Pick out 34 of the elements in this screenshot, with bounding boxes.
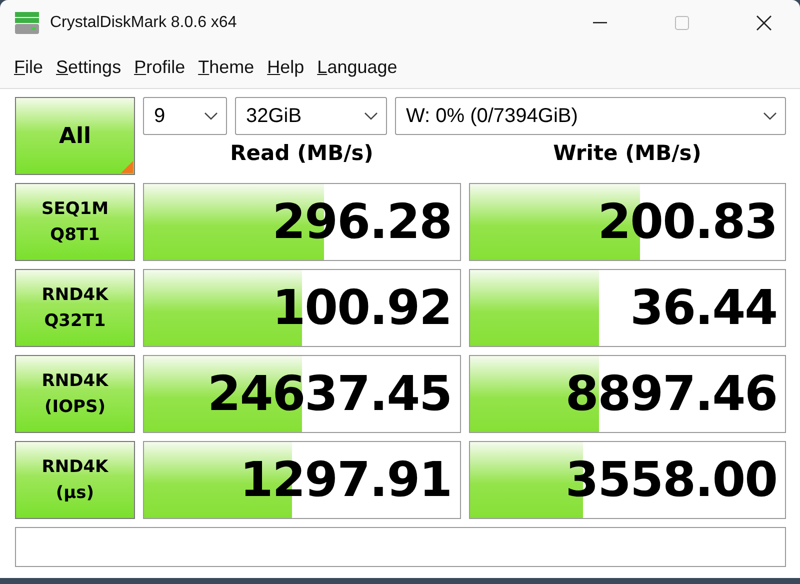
dropdown[interactable]: 32GiB [235,97,387,135]
test-button[interactable]: RND4K (IOPS) [15,355,135,433]
dropdown[interactable]: 9 [143,97,227,135]
all-button[interactable]: All [15,97,135,175]
result-value: 296.28 [272,194,452,250]
result-value: 200.83 [598,194,777,250]
test-button[interactable]: SEQ1M Q8T1 [15,183,135,261]
column-header: Write (MB/s) [552,141,702,165]
menu-item[interactable]: Language [315,56,408,78]
disk-icon [14,11,40,35]
dropdown[interactable]: W: 0% (0/7394GiB) [395,97,786,135]
result-value: 24637.45 [207,366,452,422]
menu-item[interactable]: Settings [54,56,132,78]
chevron-down-icon [763,112,777,120]
result-value: 3558.00 [565,452,777,508]
result-value: 36.44 [630,280,777,336]
test-button[interactable]: RND4K Q32T1 [15,269,135,347]
close-icon [756,15,772,31]
minimize-icon [593,22,607,24]
window-title: CrystalDiskMark 8.0.6 x64 [50,14,238,32]
corner-triangle-icon [121,161,133,173]
result-value: 8897.46 [565,366,777,422]
menu-item[interactable]: Theme [196,56,266,78]
result-value: 100.92 [272,280,452,336]
column-header: Read (MB/s) [229,141,374,165]
maximize-icon [675,16,689,30]
menu-item[interactable]: File [12,56,54,78]
chevron-down-icon [364,112,378,120]
test-button[interactable]: RND4K (µs) [15,441,135,519]
menu-item[interactable]: Profile [132,56,196,78]
menu-item[interactable]: Help [265,56,316,78]
chevron-down-icon [204,112,218,120]
result-value: 1297.91 [240,452,452,508]
comment-field[interactable] [15,527,786,567]
